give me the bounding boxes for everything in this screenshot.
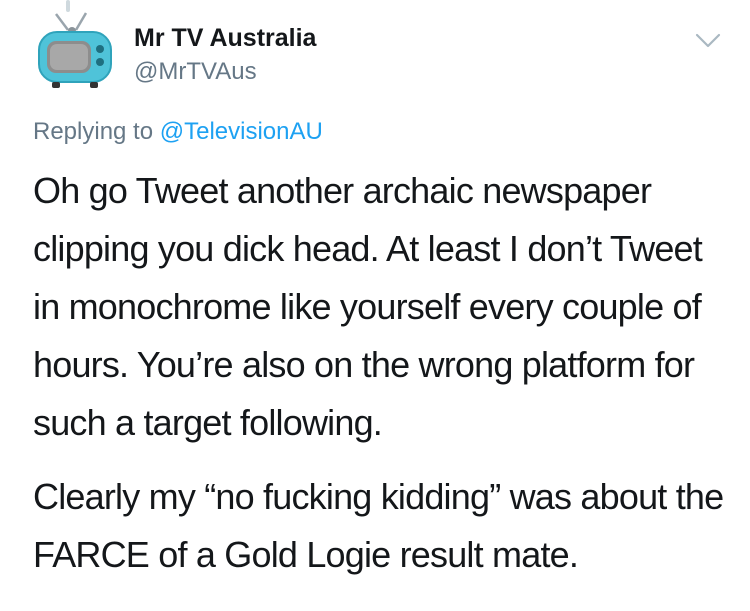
avatar[interactable] — [34, 10, 118, 94]
replying-to-prefix: Replying to — [33, 118, 154, 145]
retro-tv-icon — [38, 12, 112, 88]
tweet-menu-button[interactable] — [694, 30, 722, 50]
chevron-down-icon — [695, 33, 721, 48]
tweet-card: Mr TV Australia @MrTVAus Replying to @Te… — [0, 0, 750, 611]
author-handle[interactable]: @MrTVAus — [134, 58, 257, 86]
author-display-name[interactable]: Mr TV Australia — [134, 24, 316, 53]
tweet-paragraph: Clearly my “no fucking kidding” was abou… — [33, 476, 724, 575]
tweet-paragraph: Oh go Tweet another archaic newspaper cl… — [33, 170, 703, 443]
replying-to-line: Replying to @TelevisionAU — [33, 118, 323, 146]
replying-to-mention-link[interactable]: @TelevisionAU — [160, 118, 323, 145]
tweet-text: Oh go Tweet another archaic newspaper cl… — [33, 162, 733, 584]
